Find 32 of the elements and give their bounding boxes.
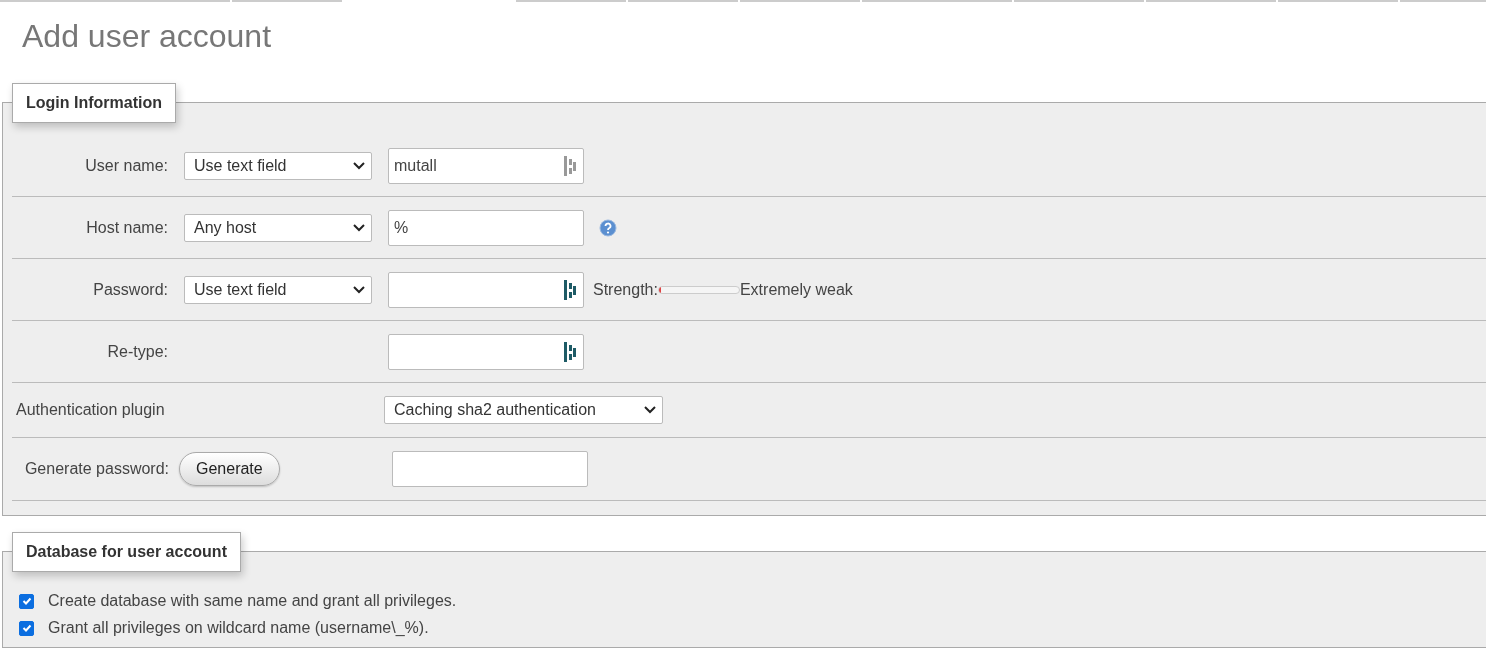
chevron-down-icon [644, 406, 656, 414]
chevron-down-icon [353, 223, 365, 232]
chevron-down-icon [353, 285, 365, 294]
dropdown[interactable]: Any host [184, 213, 372, 242]
dropdown[interactable]: Caching sha2 authentication [384, 396, 663, 424]
password-manager-icon[interactable] [564, 279, 578, 300]
field-label: Generate password: [23, 460, 169, 478]
panel-legend: Login Information [12, 83, 176, 123]
field-label: Authentication plugin [15, 401, 166, 419]
checkbox-label: Grant all privileges on wildcard name (username\_%). [48, 619, 429, 637]
input-field[interactable]: % [388, 209, 584, 246]
panel-legend: Database for user account [12, 532, 241, 572]
field-label: Host name: [85, 218, 168, 237]
checkbox[interactable] [19, 593, 34, 609]
checkbox-label: Create database with same name and grant all privileges. [48, 592, 457, 610]
field-label: Re-type: [106, 342, 168, 361]
page-title: Add user account [22, 17, 273, 56]
help-icon[interactable] [599, 218, 617, 237]
field-label: User name: [84, 156, 168, 175]
input-field[interactable] [388, 333, 584, 370]
password-manager-icon[interactable] [564, 341, 578, 362]
strength-text: Extremely weak [739, 280, 853, 299]
input-field[interactable] [392, 451, 588, 487]
chevron-down-icon [353, 161, 365, 170]
checkbox[interactable] [19, 620, 34, 636]
dropdown[interactable]: Use text field [184, 275, 372, 304]
input-field[interactable] [388, 271, 584, 308]
dropdown[interactable]: Use text field [184, 151, 372, 180]
field-label: Password: [92, 280, 168, 299]
input-field[interactable]: mutall [388, 147, 584, 184]
generate-button[interactable]: Generate [179, 452, 280, 486]
strength-label: Strength: [593, 280, 658, 299]
